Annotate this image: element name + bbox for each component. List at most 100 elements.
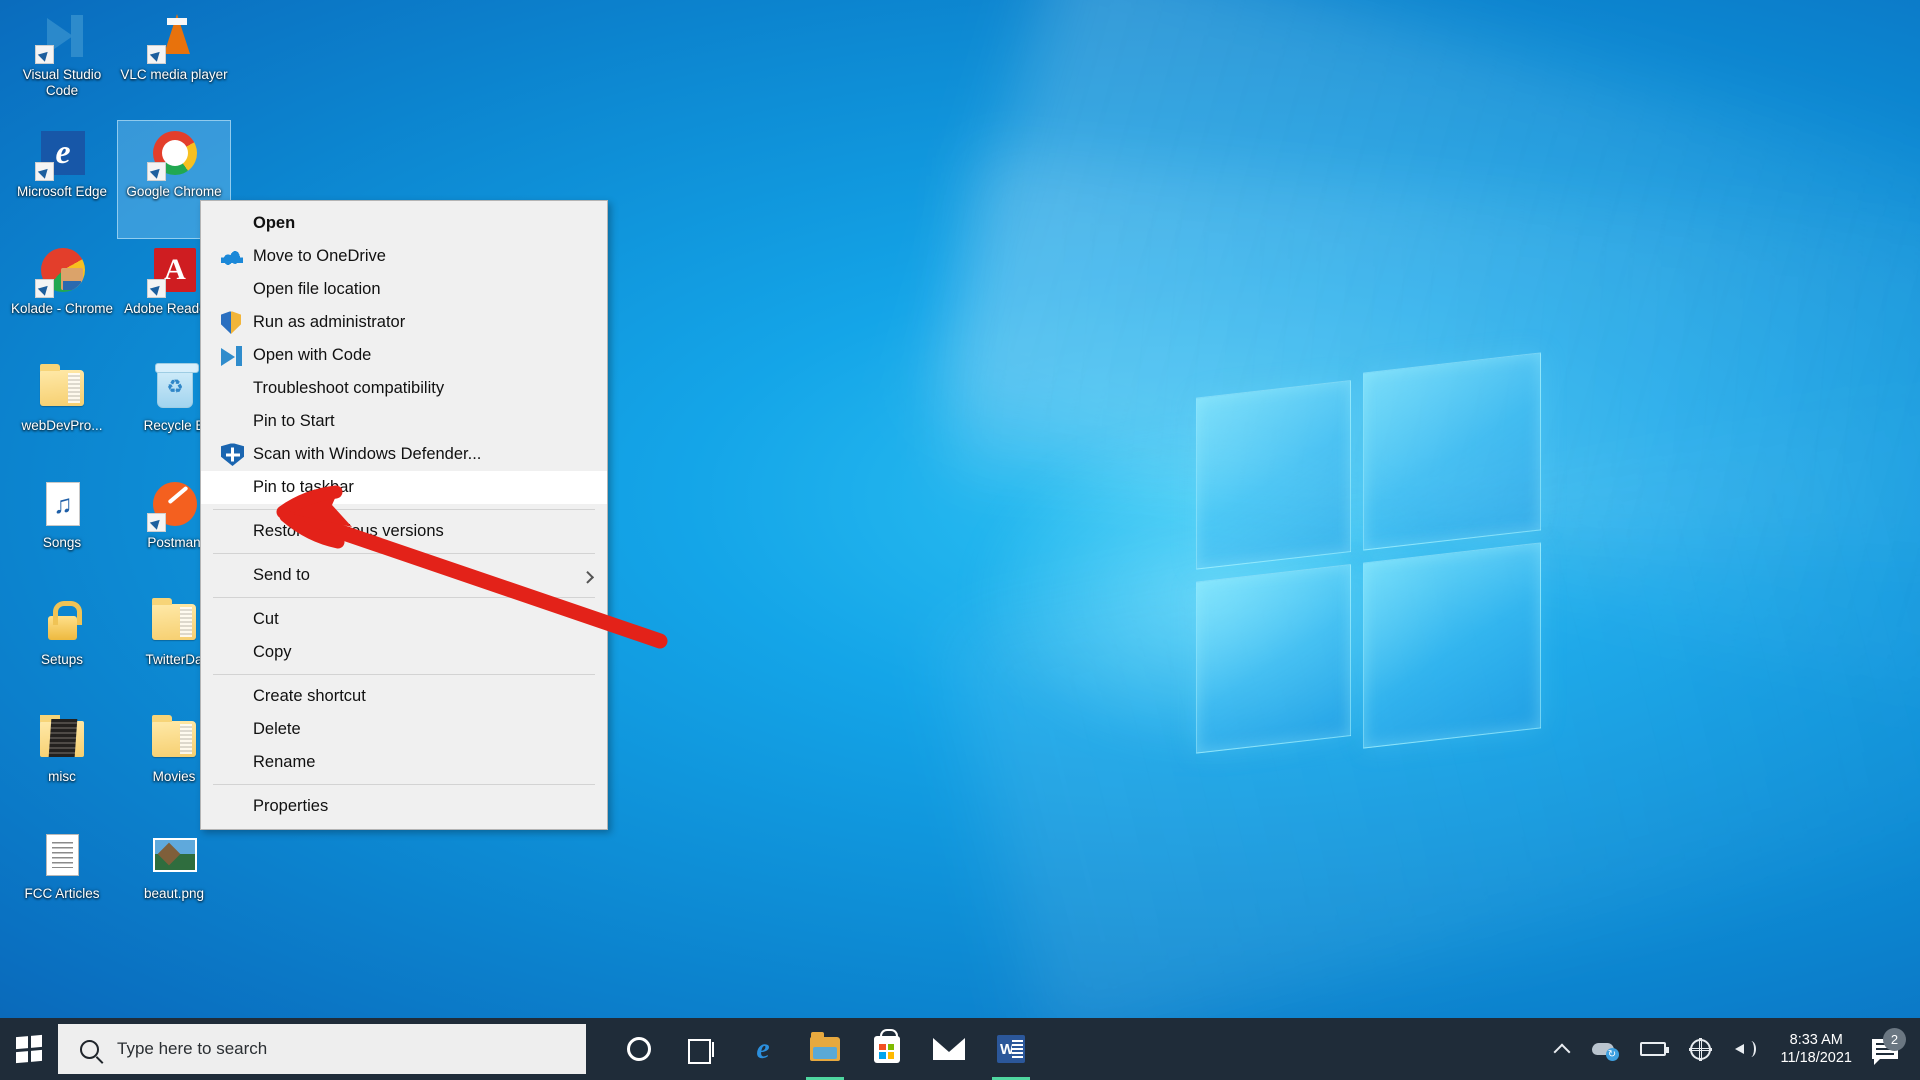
- desktop-icon-label: Postman: [147, 535, 201, 550]
- context-menu-item-rename[interactable]: Rename: [201, 746, 607, 779]
- folder-icon: [36, 362, 88, 414]
- desktop-icon-label: Visual Studio Code: [22, 67, 102, 98]
- context-menu-item-properties[interactable]: Properties: [201, 790, 607, 823]
- clock-date: 11/18/2021: [1780, 1050, 1853, 1066]
- menu-separator: [213, 784, 595, 785]
- onedrive-sync-icon: [1591, 1041, 1619, 1061]
- taskbar-clock[interactable]: 8:33 AM 11/18/2021: [1769, 1031, 1865, 1067]
- taskbar[interactable]: Type here to search e W ↻ 8:33 AM 11/18/…: [0, 1018, 1920, 1080]
- context-menu-item-label: Run as administrator: [253, 313, 406, 331]
- context-menu-item-run-as-administrator[interactable]: Run as administrator: [201, 306, 607, 339]
- folder-icon: [148, 596, 200, 648]
- context-menu-item-label: Open file location: [253, 280, 381, 298]
- microsoft-store-icon: [874, 1028, 900, 1063]
- kolade-icon: [35, 245, 88, 298]
- shortcut-overlay-icon: [147, 513, 166, 532]
- photo-icon: [148, 830, 200, 882]
- context-menu-item-label: Send to: [253, 566, 310, 584]
- context-menu-item-open[interactable]: Open: [201, 207, 607, 240]
- context-menu-item-move-to-onedrive[interactable]: Move to OneDrive: [201, 240, 607, 273]
- context-menu-item-send-to[interactable]: Send to: [201, 559, 607, 592]
- battery-icon: [1639, 1042, 1669, 1056]
- desktop-icon-grid: Visual Studio Code VLC media player e Micro…: [6, 4, 231, 940]
- chevron-right-icon: [581, 570, 595, 584]
- docstack-icon: [36, 830, 88, 882]
- desktop-icon-context-menu[interactable]: Open Move to OneDrive Open file location Ru…: [200, 200, 608, 830]
- postman-icon: [147, 479, 200, 532]
- desktop-icon-kolade-chrome[interactable]: Kolade - Chrome: [6, 238, 118, 355]
- taskbar-search-input[interactable]: Type here to search: [58, 1024, 586, 1074]
- desktop-icon-misc[interactable]: misc: [6, 706, 118, 823]
- file-explorer-icon: [810, 1032, 840, 1061]
- context-menu-item-open-file-location[interactable]: Open file location: [201, 273, 607, 306]
- context-menu-item-label: Properties: [253, 797, 329, 815]
- search-icon: [80, 1039, 99, 1059]
- taskbar-app-edge[interactable]: e: [732, 1018, 794, 1080]
- menu-separator: [213, 597, 595, 598]
- menu-separator: [213, 674, 595, 675]
- taskbar-app-mail[interactable]: [918, 1018, 980, 1080]
- task-view-icon: [688, 1038, 714, 1064]
- vlc-icon: [147, 11, 200, 64]
- context-menu-item-open-with-code[interactable]: Open with Code: [201, 339, 607, 372]
- shortcut-overlay-icon: [35, 162, 54, 181]
- context-menu-item-copy[interactable]: Copy: [201, 636, 607, 669]
- desktop-icon-label: beaut.png: [143, 886, 205, 901]
- context-menu-item-label: Pin to taskbar: [253, 478, 354, 496]
- cortana-icon: [627, 1037, 651, 1061]
- context-menu-item-label: Pin to Start: [253, 412, 335, 430]
- tray-volume-button[interactable]: [1723, 1018, 1769, 1080]
- chrome-icon: [147, 128, 200, 181]
- tray-onedrive-button[interactable]: [1580, 1018, 1628, 1080]
- taskbar-app-microsoft-store[interactable]: [856, 1018, 918, 1080]
- start-button[interactable]: [0, 1018, 58, 1080]
- context-menu-item-delete[interactable]: Delete: [201, 713, 607, 746]
- context-menu-item-troubleshoot-compatibility[interactable]: Troubleshoot compatibility: [201, 372, 607, 405]
- context-menu-item-pin-to-start[interactable]: Pin to Start: [201, 405, 607, 438]
- desktop-icon-label: Songs: [42, 535, 82, 550]
- clock-time: 8:33 AM: [1789, 1032, 1843, 1048]
- folder-icon: [148, 713, 200, 765]
- desktop-icon-label: webDevPro...: [21, 418, 103, 433]
- shortcut-overlay-icon: [147, 279, 166, 298]
- context-menu-item-create-shortcut[interactable]: Create shortcut: [201, 680, 607, 713]
- context-menu-item-restore-previous-versions[interactable]: Restore previous versions: [201, 515, 607, 548]
- tray-network-button[interactable]: [1678, 1018, 1723, 1080]
- taskbar-app-cortana[interactable]: [608, 1018, 670, 1080]
- taskbar-app-buttons: e: [608, 1018, 1042, 1080]
- desktop-icon-songs[interactable]: Songs: [6, 472, 118, 589]
- defender-icon: [221, 443, 244, 466]
- context-menu-item-label: Copy: [253, 643, 292, 661]
- notification-count-badge: 2: [1883, 1028, 1906, 1051]
- tray-battery-button[interactable]: [1628, 1018, 1678, 1080]
- desktop-icon-vlc-media-player[interactable]: VLC media player: [118, 4, 230, 121]
- context-menu-item-label: Delete: [253, 720, 301, 738]
- taskbar-app-file-explorer[interactable]: [794, 1018, 856, 1080]
- desktop-icon-visual-studio-code[interactable]: Visual Studio Code: [6, 4, 118, 121]
- action-center-button[interactable]: 2: [1864, 1028, 1914, 1065]
- desktop-icon-webdevpro[interactable]: webDevPro...: [6, 355, 118, 472]
- windows-start-icon: [16, 1034, 42, 1064]
- desktop-icon-label: Recycle B: [143, 418, 205, 433]
- taskbar-app-word[interactable]: [980, 1018, 1042, 1080]
- desktop-icon-microsoft-edge[interactable]: e Microsoft Edge: [6, 121, 118, 238]
- word-icon: [997, 1035, 1025, 1063]
- menu-separator: [213, 509, 595, 510]
- show-hidden-icons-button[interactable]: [1544, 1018, 1580, 1080]
- menu-separator: [213, 553, 595, 554]
- desktop-icon-fcc-articles[interactable]: FCC Articles: [6, 823, 118, 940]
- acrobat-icon: [147, 245, 200, 298]
- taskbar-app-task-view[interactable]: [670, 1018, 732, 1080]
- volume-icon: [1734, 1040, 1757, 1058]
- context-menu-item-cut[interactable]: Cut: [201, 603, 607, 636]
- mail-icon: [933, 1038, 965, 1060]
- vscode-icon: [35, 11, 88, 64]
- context-menu-item-label: Scan with Windows Defender...: [253, 445, 482, 463]
- context-menu-item-label: Troubleshoot compatibility: [253, 379, 445, 397]
- desktop-icon-beaut-png[interactable]: beaut.png: [118, 823, 230, 940]
- context-menu-item-scan-with-windows-defender[interactable]: Scan with Windows Defender...: [201, 438, 607, 471]
- desktop-icon-setups[interactable]: Setups: [6, 589, 118, 706]
- shortcut-overlay-icon: [35, 279, 54, 298]
- desktop-icon-label: Microsoft Edge: [16, 184, 108, 199]
- context-menu-item-pin-to-taskbar[interactable]: Pin to taskbar: [201, 471, 607, 504]
